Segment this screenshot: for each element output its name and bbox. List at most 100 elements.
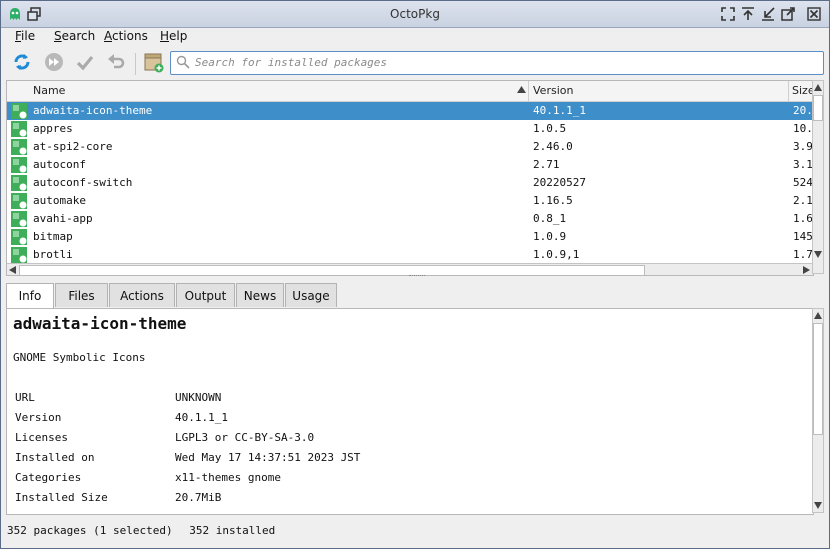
package-table: Name Version Size adwaita-icon-theme 40.… [6,80,814,276]
package-size-cell: 2.1MiB [793,194,813,207]
package-name-cell: automake [33,194,86,207]
splitter-handle[interactable] [409,275,425,279]
package-size-cell: 145KiB [793,230,813,243]
info-field-label: Installed on [15,451,95,464]
search-icon [176,55,190,69]
menu-file[interactable]: File [15,29,35,43]
info-description: GNOME Symbolic Icons [13,351,146,364]
package-size-cell: 1.7MiB [793,248,813,261]
tab-usage[interactable]: Usage [285,283,337,307]
package-name-cell: appres [33,122,73,135]
package-installed-icon [11,121,27,137]
info-field-label: Version [15,411,62,424]
tab-files[interactable]: Files [55,283,108,307]
tab-info[interactable]: Info [6,283,54,309]
sort-ascending-icon [517,86,526,93]
package-size-cell: 3.1MiB [793,158,813,171]
keep-above-icon[interactable] [740,6,756,22]
scroll-up-arrow-icon[interactable] [814,84,822,91]
status-package-count: 352 packages (1 selected) [7,524,173,537]
package-group-icon[interactable] [143,51,165,73]
info-field-value: 20.7MiB [175,491,222,504]
column-separator[interactable] [528,81,529,101]
menu-help[interactable]: Help [160,29,187,43]
tab-news[interactable]: News [236,283,284,307]
package-size-cell: 1.6MiB [793,212,813,225]
search-input[interactable] [195,54,795,70]
package-name-cell: autoconf-switch [33,176,133,189]
package-installed-icon [11,193,27,209]
package-version-cell: 1.0.5 [533,122,567,135]
vertical-scrollbar[interactable] [812,80,824,274]
scroll-left-arrow-icon[interactable] [9,266,16,274]
table-row[interactable]: appres 1.0.5 10.5KiB [7,120,813,138]
info-field-value: x11-themes gnome [175,471,281,484]
info-field-label: Categories [15,471,82,484]
title-bar[interactable]: OctoPkg [1,1,829,28]
package-installed-icon [11,175,27,191]
package-name-cell: adwaita-icon-theme [33,104,153,117]
package-version-cell: 1.0.9 [533,230,567,243]
table-row[interactable]: automake 1.16.5 2.1MiB [7,192,813,210]
sync-database-icon[interactable] [11,51,33,73]
info-field-label: Installed Size [15,491,108,504]
package-name-cell: bitmap [33,230,73,243]
package-version-cell: 20220527 [533,176,586,189]
package-size-cell: 10.5KiB [793,122,813,135]
scroll-down-arrow-icon[interactable] [814,251,822,258]
package-size-cell: 20.7MiB [793,104,813,117]
scroll-right-arrow-icon[interactable] [803,266,810,274]
package-name-cell: autoconf [33,158,86,171]
scroll-up-arrow-icon[interactable] [814,312,822,319]
table-row[interactable]: bitmap 1.0.9 145KiB [7,228,813,246]
package-version-cell: 1.0.9,1 [533,248,580,261]
package-version-cell: 0.8_1 [533,212,567,225]
menu-actions[interactable]: Actions [104,29,148,43]
fullscreen-icon[interactable] [720,6,736,22]
info-field-value: LGPL3 or CC-BY-SA-3.0 [175,431,315,444]
info-field-value: Wed May 17 14:37:51 2023 JST [175,451,361,464]
package-name-cell: brotli [33,248,73,261]
info-field-label: URL [15,391,35,404]
menu-search[interactable]: Search [54,29,95,43]
menu-bar: File Search Actions Help [1,28,829,46]
scroll-down-arrow-icon[interactable] [814,502,822,509]
column-separator[interactable] [788,81,789,101]
info-field-value: UNKNOWN [175,391,222,404]
minimize-icon[interactable] [760,6,776,22]
tab-output[interactable]: Output [176,283,235,307]
status-installed-count: 352 installed [189,524,276,537]
rollback-undo-icon[interactable] [105,51,127,73]
tab-actions[interactable]: Actions [109,283,175,307]
column-header-name[interactable]: Name [33,84,65,97]
table-row[interactable]: autoconf-switch 20220527 524KiB [7,174,813,192]
window-title: OctoPkg [390,7,440,21]
package-size-cell: 3.9MiB [793,140,813,153]
info-package-name: adwaita-icon-theme [13,314,187,333]
table-row[interactable]: at-spi2-core 2.46.0 3.9MiB [7,138,813,156]
table-header: Name Version Size [7,81,813,102]
table-row[interactable]: avahi-app 0.8_1 1.6MiB [7,210,813,228]
vertical-scroll-thumb[interactable] [813,95,823,121]
package-info-pane: adwaita-icon-theme GNOME Symbolic Icons … [6,308,814,515]
info-vertical-scrollbar[interactable] [812,308,824,513]
package-version-cell: 1.16.5 [533,194,573,207]
maximize-icon[interactable] [780,6,796,22]
column-header-version[interactable]: Version [533,84,573,97]
system-upgrade-icon[interactable] [43,51,65,73]
table-row[interactable]: adwaita-icon-theme 40.1.1_1 20.7MiB [7,102,813,120]
info-field-label: Licenses [15,431,68,444]
horizontal-scroll-thumb[interactable] [19,265,645,275]
package-installed-icon [11,139,27,155]
package-installed-icon [11,103,27,119]
package-name-cell: avahi-app [33,212,93,225]
table-row[interactable]: brotli 1.0.9,1 1.7MiB [7,246,813,264]
commit-checkmark-icon[interactable] [74,51,96,73]
column-header-size[interactable]: Size [792,84,813,97]
package-installed-icon [11,211,27,227]
table-row[interactable]: autoconf 2.71 3.1MiB [7,156,813,174]
vertical-scroll-thumb[interactable] [813,323,823,435]
search-box [170,51,824,75]
info-field-value: 40.1.1_1 [175,411,228,424]
close-icon[interactable] [806,6,822,22]
